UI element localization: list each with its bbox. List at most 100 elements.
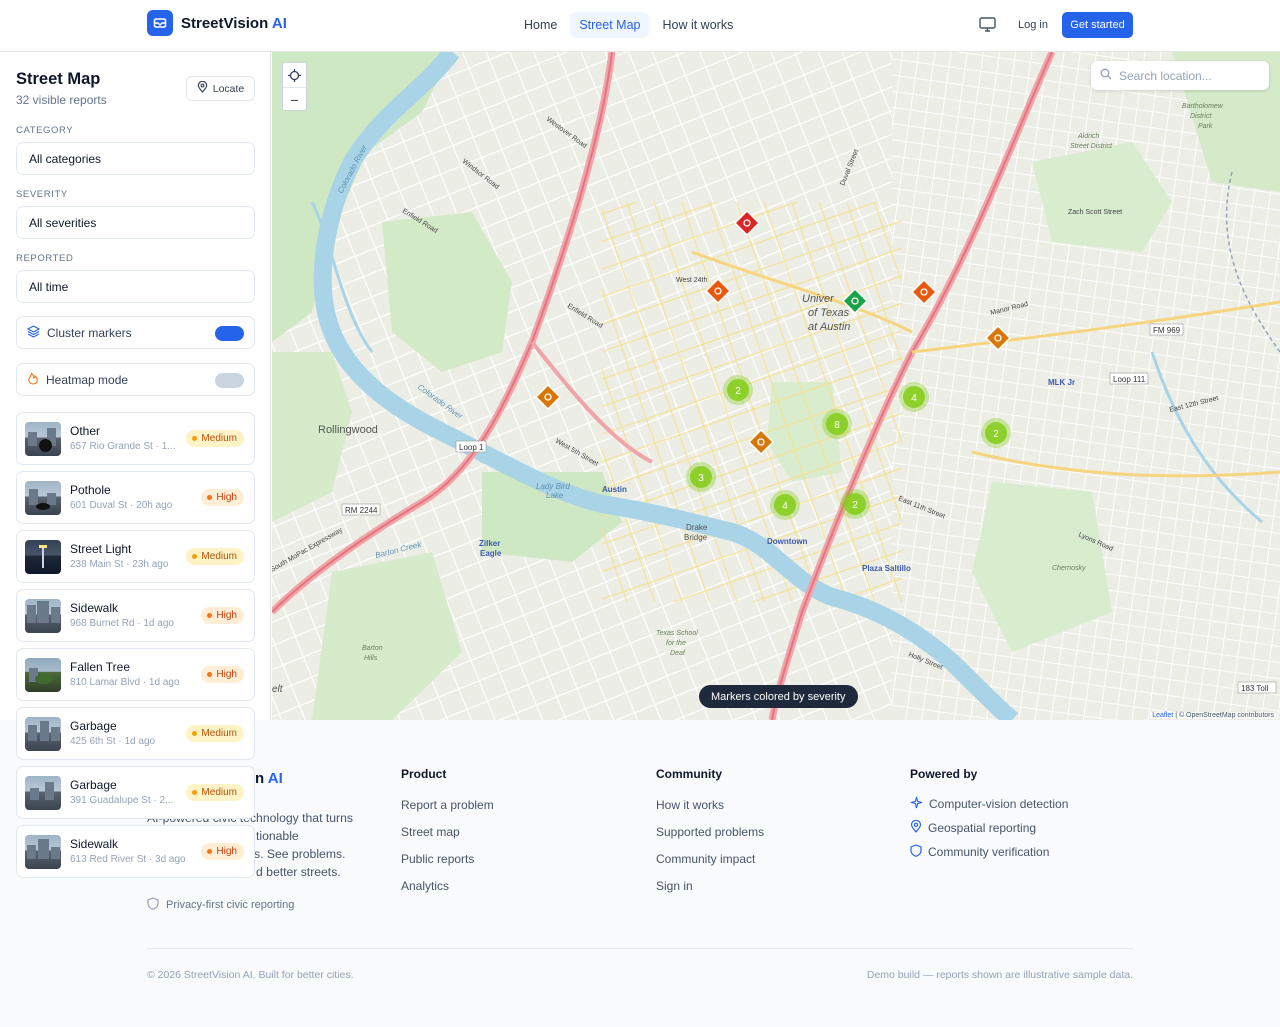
pin-marker-low[interactable] xyxy=(841,287,869,315)
brand-name: StreetVision AI xyxy=(181,14,287,32)
report-card[interactable]: Street Light 238 Main St · 23h ago Mediu… xyxy=(16,530,255,583)
footer-link-community-impact[interactable]: Community impact xyxy=(656,852,755,866)
heatmap-toggle-row[interactable]: Heatmap mode xyxy=(16,363,255,396)
demo-note: Demo build — reports shown are illustrat… xyxy=(866,969,1133,981)
reported-select[interactable]: All time xyxy=(16,270,255,303)
report-thumbnail xyxy=(25,540,61,574)
report-meta: 968 Burnet Rd · 1d ago xyxy=(70,618,174,629)
report-card[interactable]: Garbage 425 6th St · 1d ago Medium xyxy=(16,707,255,760)
footer-product-title: Product xyxy=(401,767,447,781)
privacy-note: Privacy-first civic reporting xyxy=(147,897,294,913)
pin-marker-high[interactable] xyxy=(733,209,761,237)
cluster-switch[interactable] xyxy=(215,326,244,341)
report-meta: 657 Rio Grande St · 1... xyxy=(70,441,176,452)
get-started-button[interactable]: Get started xyxy=(1062,12,1133,38)
map-pin-icon xyxy=(910,819,922,836)
pin-marker-medium[interactable] xyxy=(984,324,1012,352)
shield-icon xyxy=(147,897,159,913)
cluster-marker[interactable]: 2 xyxy=(840,489,870,519)
cluster-marker[interactable]: 4 xyxy=(770,490,800,520)
reported-label: REPORTED xyxy=(16,253,74,264)
map-attribution: Leaflet | © OpenStreetMap contributors xyxy=(1150,712,1276,719)
pin-marker-medium[interactable] xyxy=(534,383,562,411)
powered-geo: Geospatial reporting xyxy=(910,819,1036,836)
svg-text:2: 2 xyxy=(852,500,858,511)
login-link[interactable]: Log in xyxy=(1018,19,1048,31)
category-label: CATEGORY xyxy=(16,125,74,136)
monitor-icon[interactable] xyxy=(979,17,996,37)
footer-community-title: Community xyxy=(656,767,722,781)
sidebar-title: Street Map xyxy=(16,70,101,88)
heatmap-switch[interactable] xyxy=(215,373,244,388)
report-thumbnail xyxy=(25,422,61,456)
report-card[interactable]: Sidewalk 613 Red River St · 3d ago High xyxy=(16,825,255,878)
svg-text:3: 3 xyxy=(698,473,704,484)
svg-text:2: 2 xyxy=(993,429,999,440)
cluster-toggle-row[interactable]: Cluster markers xyxy=(16,316,255,349)
cluster-marker[interactable]: 2 xyxy=(723,375,753,405)
cluster-marker[interactable]: 8 xyxy=(822,409,852,439)
flame-icon xyxy=(27,372,39,388)
map-zoom-control: − xyxy=(282,62,307,111)
footer-powered-title: Powered by xyxy=(910,767,978,781)
zoom-out-button[interactable]: − xyxy=(283,87,306,111)
locate-button[interactable]: Locate xyxy=(186,76,255,101)
pin-marker-elevated[interactable] xyxy=(704,277,732,305)
locate-crosshair-icon[interactable] xyxy=(283,63,306,87)
pin-marker-medium[interactable] xyxy=(747,428,775,456)
footer-link-supported-problems[interactable]: Supported problems xyxy=(656,825,764,839)
footer-link-how-it-works[interactable]: How it works xyxy=(656,798,724,812)
cluster-marker[interactable]: 4 xyxy=(899,382,929,412)
main-nav: Home Street Map How it works xyxy=(515,12,742,38)
report-card[interactable]: Other 657 Rio Grande St · 1... Medium xyxy=(16,412,255,465)
footer-link-street-map[interactable]: Street map xyxy=(401,825,460,839)
report-card[interactable]: Pothole 601 Duval St · 20h ago High xyxy=(16,471,255,524)
pin-marker-elevated[interactable] xyxy=(910,278,938,306)
severity-badge: Medium xyxy=(186,548,244,565)
footer-link-analytics[interactable]: Analytics xyxy=(401,879,449,893)
footer-link-report[interactable]: Report a problem xyxy=(401,798,494,812)
report-card[interactable]: Sidewalk 968 Burnet Rd · 1d ago High xyxy=(16,589,255,642)
severity-badge: High xyxy=(201,607,244,624)
footer-link-sign-in[interactable]: Sign in xyxy=(656,879,693,893)
nav-how-it-works[interactable]: How it works xyxy=(653,12,742,38)
report-thumbnail xyxy=(25,717,61,751)
leaflet-link[interactable]: Leaflet xyxy=(1152,712,1173,719)
report-meta: 810 Lamar Blvd · 1d ago xyxy=(70,677,180,688)
nav-street-map[interactable]: Street Map xyxy=(570,12,650,38)
report-title: Other xyxy=(70,424,101,438)
report-meta: 601 Duval St · 20h ago xyxy=(70,500,173,511)
severity-select[interactable]: All severities xyxy=(16,206,255,239)
svg-text:8: 8 xyxy=(834,420,840,431)
search-icon xyxy=(1100,68,1112,83)
report-card[interactable]: Fallen Tree 810 Lamar Blvd · 1d ago High xyxy=(16,648,255,701)
report-title: Pothole xyxy=(70,483,111,497)
cluster-marker[interactable]: 2 xyxy=(981,418,1011,448)
search-placeholder: Search location... xyxy=(1119,68,1212,83)
severity-badge: Medium xyxy=(186,430,244,447)
severity-badge: Medium xyxy=(186,784,244,801)
map-search-input[interactable]: Search location... xyxy=(1091,61,1269,90)
street-map[interactable]: Rollingwood Univer of Texas at Austin Au… xyxy=(272,52,1280,720)
report-meta: 238 Main St · 23h ago xyxy=(70,559,169,570)
footer-link-public-reports[interactable]: Public reports xyxy=(401,852,474,866)
report-thumbnail xyxy=(25,776,61,810)
severity-legend: Markers colored by severity xyxy=(699,685,858,708)
svg-text:4: 4 xyxy=(782,501,788,512)
inbox-icon xyxy=(147,10,173,36)
severity-badge: High xyxy=(201,489,244,506)
report-card[interactable]: Garbage 391 Guadalupe St · 2... Medium xyxy=(16,766,255,819)
sparkle-icon xyxy=(910,796,923,812)
report-meta: 613 Red River St · 3d ago xyxy=(70,854,186,865)
report-title: Street Light xyxy=(70,542,132,556)
report-thumbnail xyxy=(25,835,61,869)
nav-home[interactable]: Home xyxy=(515,12,566,38)
powered-verification: Community verification xyxy=(910,844,1049,860)
category-select[interactable]: All categories xyxy=(16,142,255,175)
report-title: Sidewalk xyxy=(70,837,119,851)
footer-divider xyxy=(147,948,1133,949)
marker-layer: 2 4 2 8 3 4 2 xyxy=(534,209,1012,520)
cluster-marker[interactable]: 3 xyxy=(686,462,716,492)
brand[interactable]: StreetVision AI xyxy=(147,10,287,36)
report-count: 32 visible reports xyxy=(16,93,107,107)
